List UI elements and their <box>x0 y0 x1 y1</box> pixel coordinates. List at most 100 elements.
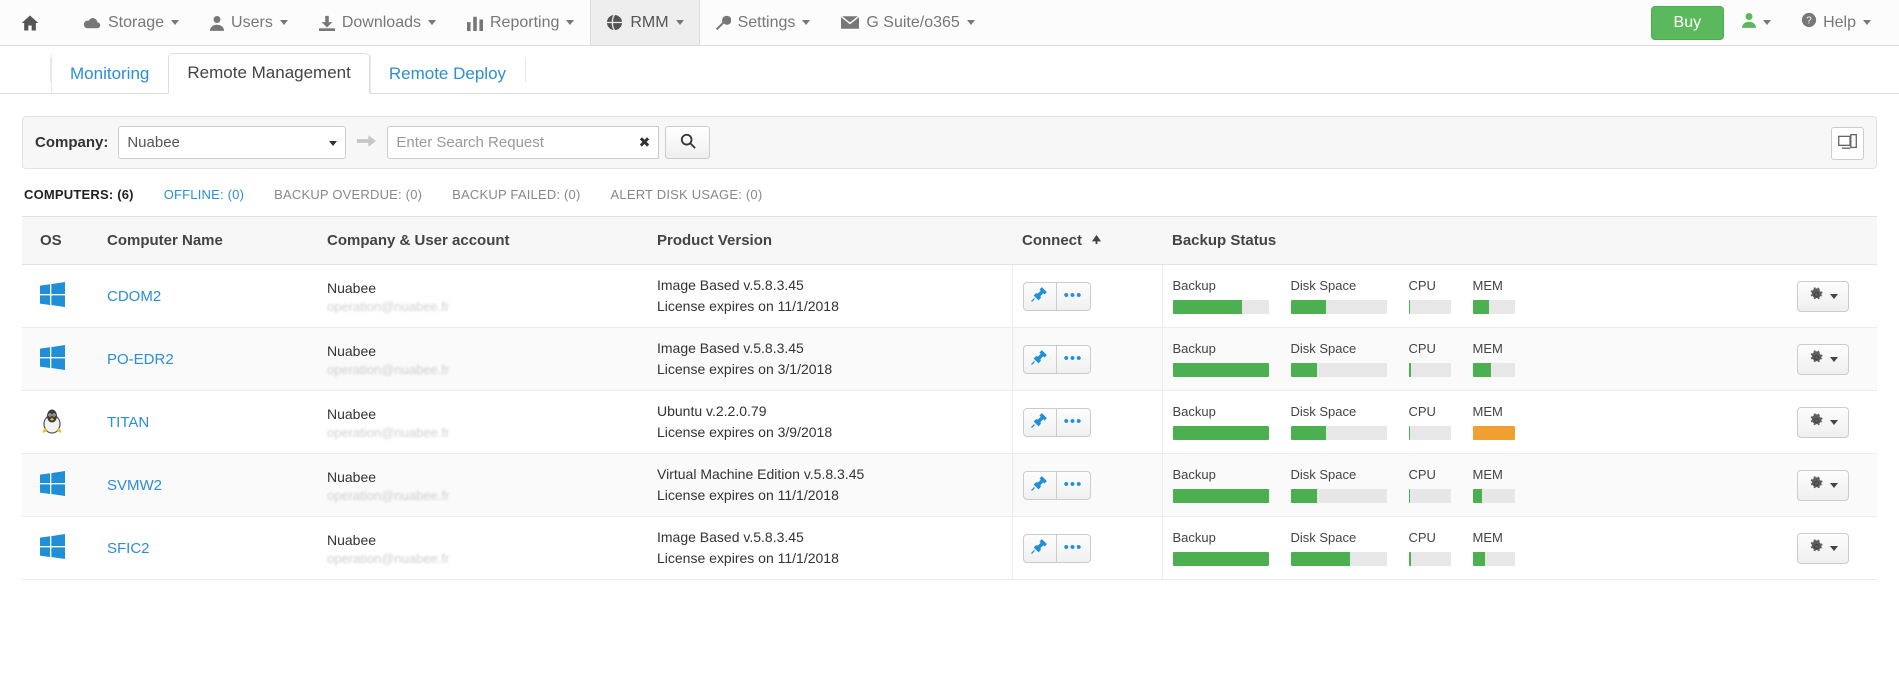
metric-mem: MEM <box>1472 404 1515 440</box>
cell-computer-name[interactable]: PO-EDR2 <box>97 327 317 391</box>
status-alert-disk-usage[interactable]: ALERT DISK USAGE: (0) <box>611 187 763 202</box>
nav-item-storage[interactable]: Storage <box>68 0 195 45</box>
home-button[interactable] <box>0 0 68 45</box>
status-computers[interactable]: COMPUTERS: (6) <box>24 187 134 202</box>
company-label: Company: <box>35 134 109 151</box>
cell-computer-name[interactable]: CDOM2 <box>97 264 317 328</box>
metric-mem-bar <box>1472 363 1515 377</box>
connect-plug-button[interactable] <box>1022 344 1057 374</box>
connect-button-group: ••• <box>1022 533 1091 563</box>
metric-backup-bar <box>1172 300 1269 314</box>
home-icon <box>20 13 40 33</box>
company-select[interactable]: Nuabee <box>118 126 347 159</box>
product-version: Image Based v.5.8.3.45 <box>657 277 804 293</box>
row-actions-button[interactable] <box>1797 343 1849 375</box>
chevron-down-icon <box>802 20 811 25</box>
tab-remote-deploy[interactable]: Remote Deploy <box>369 54 525 94</box>
nav-label-rmm: RMM <box>630 13 669 31</box>
license-expiry: License expires on 3/9/2018 <box>657 424 833 440</box>
row-actions-button[interactable] <box>1797 280 1849 312</box>
cell-computer-name[interactable]: SFIC2 <box>97 516 317 580</box>
account-menu-button[interactable] <box>1730 12 1783 33</box>
search-button[interactable] <box>665 126 711 159</box>
status-backup-overdue[interactable]: BACKUP OVERDUE: (0) <box>274 187 422 202</box>
connect-plug-button[interactable] <box>1022 533 1057 563</box>
connect-more-button[interactable]: ••• <box>1056 344 1091 374</box>
top-navbar: Storage Users Downloads Reporting RMM Se… <box>0 0 1899 46</box>
chevron-down-icon <box>1829 545 1838 551</box>
navbar-items: Storage Users Downloads Reporting RMM Se… <box>0 0 991 45</box>
company-name: Nuabee <box>327 532 377 549</box>
nav-item-users[interactable]: Users <box>195 0 304 45</box>
sort-asc-icon <box>1091 232 1102 249</box>
chevron-down-icon <box>1829 419 1838 425</box>
nav-item-downloads[interactable]: Downloads <box>304 0 452 45</box>
cell-os <box>22 264 97 328</box>
computer-name-link[interactable]: TITAN <box>107 414 149 431</box>
table-row[interactable]: TITAN Nuabee operation@nuabee.fr Ubuntu v.2… <box>22 390 1877 454</box>
row-actions-button[interactable] <box>1797 406 1849 438</box>
page-content: Company: Nuabee Enter Search Request ✖ C… <box>0 116 1899 580</box>
tab-remote-management[interactable]: Remote Management <box>168 53 370 94</box>
nav-item-gsuite[interactable]: G Suite/o365 <box>826 0 990 45</box>
connect-plug-button[interactable] <box>1022 407 1057 437</box>
column-header-product-version[interactable]: Product Version <box>647 216 1012 265</box>
plug-icon <box>1031 475 1048 495</box>
chevron-down-icon <box>675 20 684 25</box>
navbar-right: Buy ? Help <box>1650 0 1899 45</box>
tab-monitoring[interactable]: Monitoring <box>51 54 168 94</box>
row-actions-button[interactable] <box>1797 469 1849 501</box>
computer-name-link[interactable]: SFIC2 <box>107 540 150 557</box>
connect-plug-button[interactable] <box>1022 281 1057 311</box>
column-header-computer-name[interactable]: Computer Name <box>97 216 317 265</box>
connect-more-button[interactable]: ••• <box>1056 533 1091 563</box>
table-row[interactable]: SVMW2 Nuabee operation@nuabee.fr Virtual Ma… <box>22 453 1877 517</box>
cell-actions <box>1787 264 1877 328</box>
table-row[interactable]: CDOM2 Nuabee operation@nuabee.fr Image Base… <box>22 264 1877 328</box>
table-row[interactable]: SFIC2 Nuabee operation@nuabee.fr Image Base… <box>22 516 1877 580</box>
computer-name-link[interactable]: SVMW2 <box>107 477 162 494</box>
chevron-down-icon <box>171 20 180 25</box>
buy-button[interactable]: Buy <box>1650 5 1725 40</box>
column-header-company[interactable]: Company & User account <box>317 216 647 265</box>
chevron-down-icon <box>427 20 436 25</box>
metric-disk: Disk Space <box>1290 278 1387 314</box>
help-menu-button[interactable]: ? Help <box>1789 12 1883 33</box>
svg-text:?: ? <box>1806 16 1812 27</box>
column-header-os[interactable]: OS <box>22 216 97 265</box>
connect-more-button[interactable]: ••• <box>1056 470 1091 500</box>
metric-backup-label: Backup <box>1172 404 1216 419</box>
computer-name-link[interactable]: CDOM2 <box>107 288 161 305</box>
connect-plug-button[interactable] <box>1022 470 1057 500</box>
status-offline[interactable]: OFFLINE: (0) <box>164 187 244 202</box>
column-header-connect[interactable]: Connect <box>1012 216 1162 265</box>
cell-computer-name[interactable]: SVMW2 <box>97 453 317 517</box>
company-name: Nuabee <box>327 469 377 486</box>
metric-disk-bar <box>1290 363 1387 377</box>
connect-more-button[interactable]: ••• <box>1056 281 1091 311</box>
nav-item-reporting[interactable]: Reporting <box>452 0 590 45</box>
chevron-down-icon <box>1829 482 1838 488</box>
metric-disk-label: Disk Space <box>1290 341 1357 356</box>
row-actions-button[interactable] <box>1797 532 1849 564</box>
column-header-actions <box>1787 216 1877 265</box>
nav-item-rmm[interactable]: RMM <box>590 0 700 45</box>
clear-x-icon[interactable]: ✖ <box>639 134 651 151</box>
status-backup-failed[interactable]: BACKUP FAILED: (0) <box>452 187 580 202</box>
table-row[interactable]: PO-EDR2 Nuabee operation@nuabee.fr Image Ba… <box>22 327 1877 391</box>
cell-computer-name[interactable]: TITAN <box>97 390 317 454</box>
search-input-wrapper[interactable]: Enter Search Request ✖ <box>387 126 660 159</box>
computer-name-link[interactable]: PO-EDR2 <box>107 351 174 368</box>
display-toggle-button[interactable] <box>1831 127 1864 160</box>
chevron-down-icon <box>1829 293 1838 299</box>
gear-icon <box>1809 539 1824 557</box>
license-expiry: License expires on 3/1/2018 <box>657 361 833 377</box>
ellipsis-icon: ••• <box>1063 287 1083 304</box>
search-input[interactable]: Enter Search Request <box>396 134 544 151</box>
metric-mem-label: MEM <box>1472 530 1503 545</box>
connect-more-button[interactable]: ••• <box>1056 407 1091 437</box>
nav-item-settings[interactable]: Settings <box>700 0 827 45</box>
column-header-backup-status[interactable]: Backup Status <box>1162 216 1787 265</box>
computers-table: OS Computer Name Company & User account … <box>22 216 1877 580</box>
company-select-value: Nuabee <box>127 134 180 151</box>
